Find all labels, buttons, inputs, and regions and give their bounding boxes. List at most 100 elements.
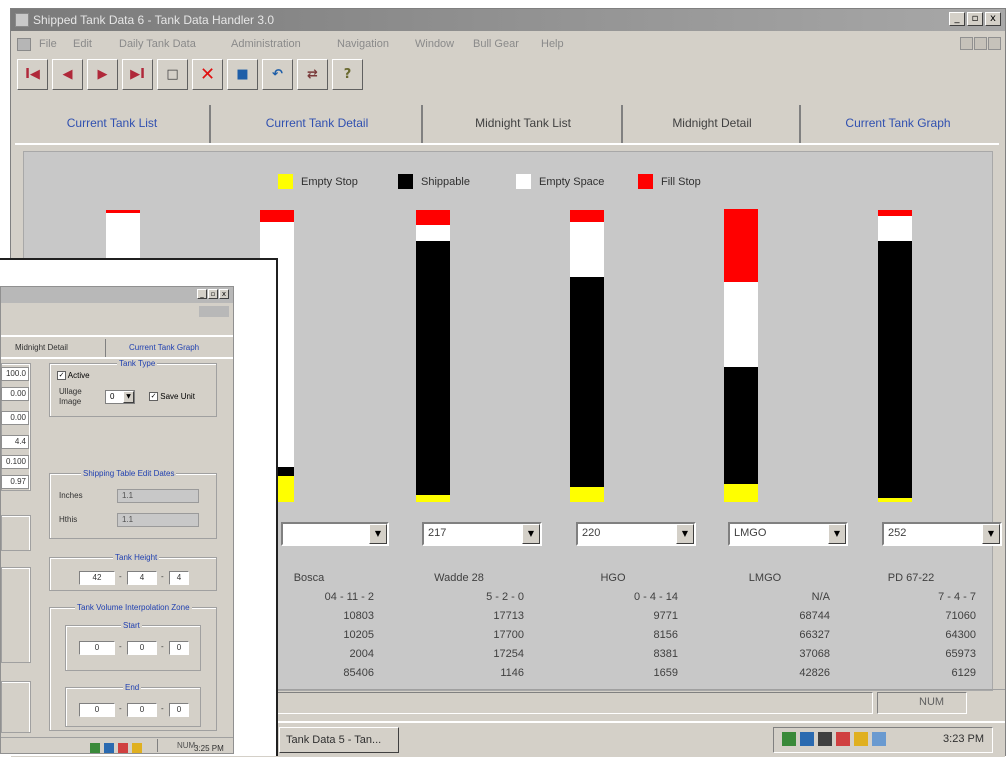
tank-height-fraction-field[interactable]: 4 xyxy=(169,571,189,585)
menu-daily-tank-data[interactable]: Daily Tank Data xyxy=(119,38,196,50)
mdi-restore-button[interactable] xyxy=(974,37,987,50)
tank-data-column-3: HGO 0 - 4 - 14 9771 8156 8381 1659 xyxy=(548,572,678,686)
tab-midnight-tank-list[interactable]: Midnight Tank List xyxy=(425,105,623,143)
hthis-label: Hthis xyxy=(59,515,78,524)
next-record-button[interactable]: ▶ xyxy=(87,59,118,90)
mdi-minimize-button[interactable] xyxy=(960,37,973,50)
dropdown-arrow-icon[interactable]: ▼ xyxy=(123,391,134,403)
tank-selector-1[interactable]: ▼ xyxy=(281,522,389,546)
volume-icon[interactable] xyxy=(800,732,814,746)
active-checkbox[interactable]: ✓ Active xyxy=(57,371,90,381)
printer-icon[interactable] xyxy=(818,732,832,746)
prev-record-button[interactable]: ◀ xyxy=(52,59,83,90)
dropdown-arrow-icon[interactable]: ▼ xyxy=(522,524,540,544)
end-fraction-field[interactable]: 0 xyxy=(169,703,189,717)
tank-data-column-5: PD 67-22 7 - 4 - 7 71060 64300 65973 612… xyxy=(846,572,976,686)
inset-left-group xyxy=(1,363,31,491)
bar-segment-fill-stop xyxy=(570,210,604,222)
bar-segment-shippable xyxy=(878,241,912,498)
menu-administration[interactable]: Administration xyxy=(231,38,301,50)
inset-left-field[interactable]: 0.97 xyxy=(1,475,29,489)
inset-tab-current-tank-graph[interactable]: Current Tank Graph xyxy=(129,343,199,352)
tray-app-icon[interactable] xyxy=(854,732,868,746)
legend-swatch-fill-stop xyxy=(638,174,653,189)
tank-selector-5[interactable]: 252 ▼ xyxy=(882,522,1002,546)
inset-tab-midnight-detail[interactable]: Midnight Detail xyxy=(15,343,68,352)
mdi-close-button[interactable] xyxy=(988,37,1001,50)
tank-selector-2[interactable]: 217 ▼ xyxy=(422,522,542,546)
save-button[interactable]: ■ xyxy=(227,59,258,90)
tab-current-tank-graph[interactable]: Current Tank Graph xyxy=(803,105,993,143)
menu-bull-gear[interactable]: Bull Gear xyxy=(473,38,519,50)
tank-bar xyxy=(878,210,912,502)
inset-maximize-button[interactable]: ▫ xyxy=(208,289,218,299)
legend-label-fill-stop: Fill Stop xyxy=(661,175,701,188)
tank-value: 8381 xyxy=(653,648,678,660)
save-unit-checkbox[interactable]: ✓ Save Unit xyxy=(149,392,195,402)
new-record-button[interactable]: □ xyxy=(157,59,188,90)
inset-left-group xyxy=(1,515,31,551)
inset-left-field[interactable]: 0.00 xyxy=(1,387,29,401)
start-inches-field[interactable]: 0 xyxy=(127,641,157,655)
dropdown-arrow-icon[interactable]: ▼ xyxy=(982,524,1000,544)
tank-height-feet-field[interactable]: 42 xyxy=(79,571,115,585)
tank-data-column-2: Wadde 28 5 - 2 - 0 17713 17700 17254 114… xyxy=(394,572,524,686)
first-record-button[interactable]: I◀ xyxy=(17,59,48,90)
tank-height-inches-field[interactable]: 4 xyxy=(127,571,157,585)
end-feet-field[interactable]: 0 xyxy=(79,703,115,717)
inset-left-field[interactable]: 0.00 xyxy=(1,411,29,425)
tank-name: Wadde 28 xyxy=(434,572,484,584)
minimize-button[interactable]: _ xyxy=(949,12,965,26)
tank-gauge: N/A xyxy=(811,591,830,603)
tank-value: 9771 xyxy=(653,610,678,622)
tray-app-icon[interactable] xyxy=(872,732,886,746)
maximize-button[interactable]: ▫ xyxy=(967,12,983,26)
exit-button[interactable]: ⇄ xyxy=(297,59,328,90)
window-title: Shipped Tank Data 6 - Tank Data Handler … xyxy=(33,13,275,27)
inset-left-field[interactable]: 4.4 xyxy=(1,435,29,449)
inset-minimize-button[interactable]: _ xyxy=(197,289,207,299)
taskbar-task-button[interactable]: Tank Data 5 - Tan... xyxy=(279,727,399,753)
tank-selector-4[interactable]: LMGO ▼ xyxy=(728,522,848,546)
end-inches-field[interactable]: 0 xyxy=(127,703,157,717)
inset-close-button[interactable]: x xyxy=(219,289,229,299)
tank-selector-3[interactable]: 220 ▼ xyxy=(576,522,696,546)
hthis-field: 1.1 xyxy=(117,513,199,527)
tank-value: 17254 xyxy=(493,648,524,660)
menu-edit[interactable]: Edit xyxy=(73,38,92,50)
inset-taskbar: 3:25 PM xyxy=(0,740,234,756)
menu-bar: File Edit Daily Tank Data Administration… xyxy=(11,33,1005,55)
chart-legend: Empty Stop Shippable Empty Space Fill St… xyxy=(24,174,992,192)
toolbar: I◀ ◀ ▶ ▶I □ ✕ ■ ↶ ⇄ ? xyxy=(17,59,363,95)
last-record-button[interactable]: ▶I xyxy=(122,59,153,90)
menu-file[interactable]: File xyxy=(39,38,57,50)
tank-value: 66327 xyxy=(799,629,830,641)
inset-left-field[interactable]: 100.0 xyxy=(1,367,29,381)
undo-button[interactable]: ↶ xyxy=(262,59,293,90)
status-pane xyxy=(261,692,873,714)
menu-navigation[interactable]: Navigation xyxy=(337,38,389,50)
num-lock-indicator: NUM xyxy=(919,696,945,708)
tab-current-tank-list[interactable]: Current Tank List xyxy=(15,105,211,143)
inset-left-field[interactable]: 0.100 xyxy=(1,455,29,469)
dropdown-arrow-icon[interactable]: ▼ xyxy=(676,524,694,544)
start-feet-field[interactable]: 0 xyxy=(79,641,115,655)
help-icon: ? xyxy=(343,67,352,82)
tank-gauge: 7 - 4 - 7 xyxy=(938,591,976,603)
delete-button[interactable]: ✕ xyxy=(192,59,223,90)
ullage-image-select[interactable]: 0 ▼ xyxy=(105,390,135,404)
tab-current-tank-detail[interactable]: Current Tank Detail xyxy=(213,105,423,143)
antivirus-icon[interactable] xyxy=(836,732,850,746)
close-button[interactable]: x xyxy=(985,12,1001,26)
network-icon[interactable] xyxy=(782,732,796,746)
inset-mdi-buttons[interactable] xyxy=(199,306,229,317)
tank-value: 6129 xyxy=(951,667,976,679)
help-button[interactable]: ? xyxy=(332,59,363,90)
dropdown-arrow-icon[interactable]: ▼ xyxy=(828,524,846,544)
menu-window[interactable]: Window xyxy=(415,38,454,50)
checkbox-checked-icon: ✓ xyxy=(149,392,158,402)
dropdown-arrow-icon[interactable]: ▼ xyxy=(369,524,387,544)
menu-help[interactable]: Help xyxy=(541,38,564,50)
start-fraction-field[interactable]: 0 xyxy=(169,641,189,655)
tab-midnight-detail[interactable]: Midnight Detail xyxy=(625,105,801,143)
